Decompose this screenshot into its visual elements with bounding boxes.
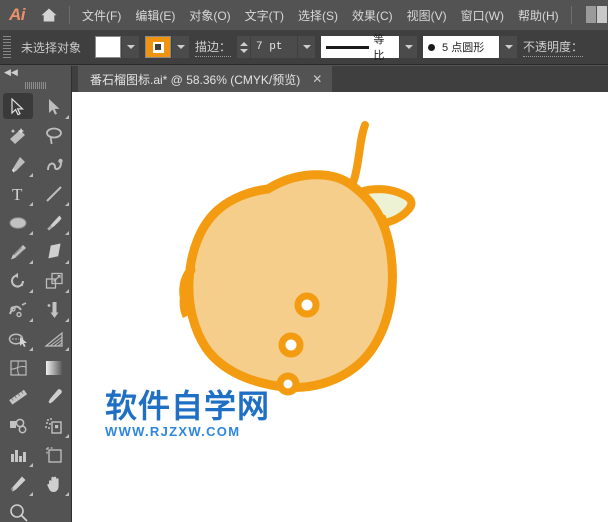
document-canvas[interactable]: 软件自学网 WWW.RJZXW.COM xyxy=(72,92,608,522)
guava-icon-artwork[interactable] xyxy=(72,92,608,522)
menu-file[interactable]: 文件(F) xyxy=(75,0,128,30)
zoom-tool[interactable] xyxy=(0,498,72,522)
width-profile-select[interactable]: 等比 xyxy=(321,34,400,62)
measure-tool[interactable] xyxy=(0,382,36,411)
toolbar-grip[interactable] xyxy=(0,78,71,92)
artboard-tool[interactable] xyxy=(36,440,72,469)
tool-grid: T xyxy=(0,92,71,522)
mesh-tool[interactable] xyxy=(0,353,36,382)
watermark: 软件自学网 WWW.RJZXW.COM xyxy=(105,390,295,439)
menu-separator-right xyxy=(570,6,572,24)
stroke-weight-stepper[interactable] xyxy=(237,36,251,58)
control-bar-grip[interactable] xyxy=(3,36,13,58)
width-profile-preview-icon xyxy=(326,45,370,49)
stroke-weight-input[interactable]: 7 pt xyxy=(251,36,298,58)
menu-effect[interactable]: 效果(C) xyxy=(345,0,400,30)
stroke-weight-dropdown-button[interactable] xyxy=(298,36,316,58)
selection-tool[interactable] xyxy=(0,92,36,121)
line-segment-tool[interactable] xyxy=(36,179,72,208)
slice-tool[interactable] xyxy=(0,469,36,498)
svg-text:T: T xyxy=(12,185,23,203)
symbol-sprayer-tool[interactable] xyxy=(36,411,72,440)
menu-edit[interactable]: 编辑(E) xyxy=(128,0,182,30)
shape-builder-tool[interactable] xyxy=(0,324,36,353)
opacity-label[interactable]: 不透明度： xyxy=(523,38,584,57)
width-profile-dropdown-button[interactable] xyxy=(400,36,418,58)
curvature-tool[interactable] xyxy=(36,150,72,179)
brush-definition-label: 5 点圆形 xyxy=(442,42,485,54)
type-tool[interactable]: T xyxy=(0,179,36,208)
eraser-tool[interactable] xyxy=(36,237,72,266)
menu-help[interactable]: 帮助(H) xyxy=(511,0,566,30)
menu-object[interactable]: 对象(O) xyxy=(182,0,237,30)
direct-selection-tool[interactable] xyxy=(36,92,72,121)
width-tool[interactable] xyxy=(0,295,36,324)
menu-type[interactable]: 文字(T) xyxy=(238,0,291,30)
menu-select[interactable]: 选择(S) xyxy=(291,0,345,30)
close-icon[interactable]: ✕ xyxy=(312,73,322,85)
gradient-tool[interactable] xyxy=(36,353,72,382)
selection-status-label: 未选择对象 xyxy=(21,40,82,55)
perspective-grid-tool[interactable] xyxy=(36,324,72,353)
brush-definition-dropdown-button[interactable] xyxy=(500,36,518,58)
brush-definition-select[interactable]: 5 点圆形 xyxy=(423,36,500,58)
pen-tool[interactable] xyxy=(0,150,36,179)
stroke-color-swatch[interactable] xyxy=(145,36,172,58)
menu-window[interactable]: 窗口(W) xyxy=(454,0,511,30)
document-tab-bar: 番石榴图标.ai* @ 58.36% (CMYK/预览) ✕ xyxy=(72,66,608,92)
ellipse-tool[interactable] xyxy=(0,208,36,237)
home-icon[interactable] xyxy=(34,0,64,30)
menu-separator xyxy=(69,6,70,24)
toolbar-collapse-button[interactable]: ◀◀ xyxy=(0,66,71,78)
scale-tool[interactable] xyxy=(36,266,72,295)
stroke-swatch-group xyxy=(145,36,195,58)
lasso-tool[interactable] xyxy=(36,121,72,150)
width-profile-label: 等比 xyxy=(373,34,385,62)
app-logo: Ai xyxy=(9,5,26,24)
blob-brush-tool[interactable] xyxy=(0,237,36,266)
eyedropper-tool[interactable] xyxy=(36,382,72,411)
stroke-weight-label[interactable]: 描边： xyxy=(195,38,232,57)
workspace-switcher-icon[interactable] xyxy=(586,6,608,23)
free-transform-tool[interactable] xyxy=(36,295,72,324)
menu-view[interactable]: 视图(V) xyxy=(400,0,454,30)
blend-tool[interactable] xyxy=(0,411,36,440)
brush-preview-icon xyxy=(428,43,436,51)
paintbrush-tool[interactable] xyxy=(36,208,72,237)
document-tab-title: 番石榴图标.ai* @ 58.36% (CMYK/预览) xyxy=(90,72,301,87)
hand-tool[interactable] xyxy=(36,469,72,498)
magic-wand-tool[interactable] xyxy=(0,121,36,150)
document-tab[interactable]: 番石榴图标.ai* @ 58.36% (CMYK/预览) ✕ xyxy=(78,66,333,92)
watermark-chinese-text: 软件自学网 xyxy=(105,387,271,425)
fill-dropdown-button[interactable] xyxy=(122,36,140,58)
rotate-tool[interactable] xyxy=(0,266,36,295)
control-bar: 未选择对象 描边： 7 pt 等比 5 点圆形 不透明度： xyxy=(0,30,608,65)
tools-panel: ◀◀ T xyxy=(0,66,72,522)
fill-swatch-group xyxy=(95,36,145,58)
fill-color-swatch[interactable] xyxy=(95,36,122,58)
watermark-url-text: WWW.RJZXW.COM xyxy=(105,424,241,439)
stroke-dropdown-button[interactable] xyxy=(172,36,190,58)
menu-bar: Ai 文件(F) 编辑(E) 对象(O) 文字(T) 选择(S) 效果(C) 视… xyxy=(0,0,608,30)
illustrator-window: Ai 文件(F) 编辑(E) 对象(O) 文字(T) 选择(S) 效果(C) 视… xyxy=(0,0,608,522)
column-graph-tool[interactable] xyxy=(0,440,36,469)
